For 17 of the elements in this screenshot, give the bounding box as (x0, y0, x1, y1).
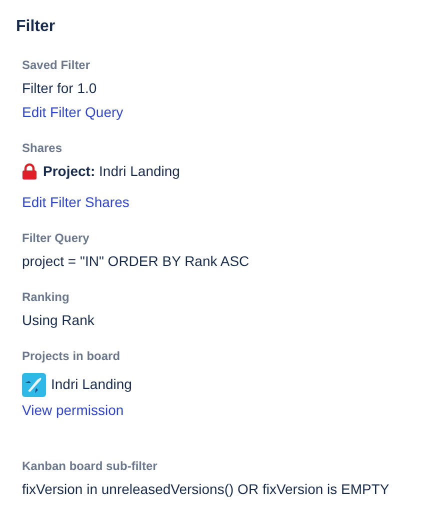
panel-title: Filter (16, 17, 56, 37)
section-label: Ranking (22, 289, 70, 306)
field-value: fixVersion in unreleasedVersions() OR fixVersion is EMPTY (22, 480, 390, 499)
field-value: Using Rank (22, 310, 94, 330)
link[interactable]: View permission (22, 400, 124, 420)
link[interactable]: Edit Filter Shares (22, 192, 130, 212)
share-entry: Project: Indri Landing (43, 162, 180, 181)
project-name: Indri Landing (51, 375, 132, 394)
field-value: project = "IN" ORDER BY Rank ASC (22, 252, 250, 271)
section-label: Saved Filter (22, 57, 90, 74)
link[interactable]: Edit Filter Query (22, 102, 124, 122)
lock-icon (22, 162, 37, 180)
field-value: Filter for 1.0 (22, 78, 97, 98)
section-label: Projects in board (22, 348, 120, 365)
section-label: Shares (22, 140, 62, 157)
section-label: Kanban board sub-filter (22, 458, 158, 475)
section-label: Filter Query (22, 230, 90, 247)
